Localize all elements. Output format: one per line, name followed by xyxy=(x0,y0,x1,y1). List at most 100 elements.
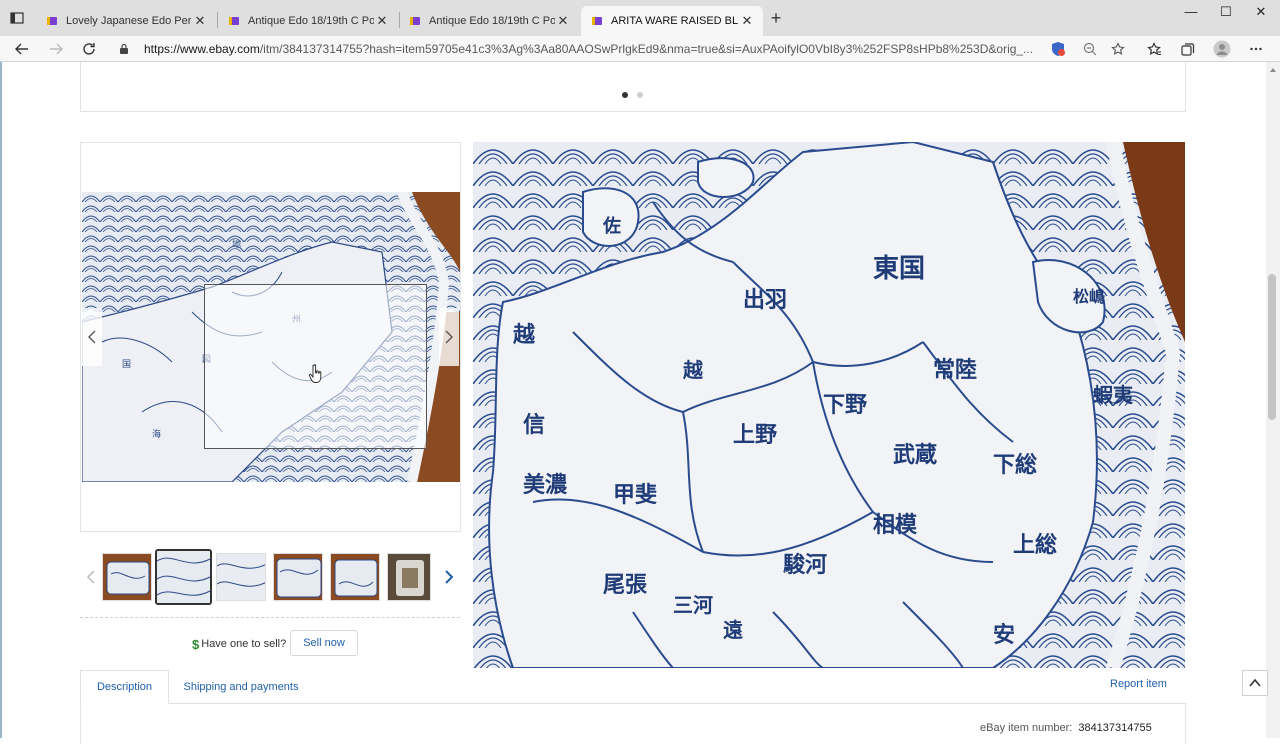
thumbnail[interactable] xyxy=(273,553,323,601)
settings-menu-button[interactable] xyxy=(1246,39,1266,59)
extension-button[interactable] xyxy=(1048,39,1068,59)
chevron-left-icon xyxy=(88,330,96,344)
ebay-favicon-icon xyxy=(592,17,602,25)
divider xyxy=(80,617,460,618)
window-edge xyxy=(0,62,2,738)
thumbnail-image xyxy=(217,554,265,600)
more-dots-icon xyxy=(1250,47,1262,51)
refresh-icon xyxy=(83,43,95,55)
svg-text:東国: 東国 xyxy=(873,254,925,284)
tab-label: ARITA WARE RAISED BLUE & Wh xyxy=(611,15,739,27)
favorites-button[interactable] xyxy=(1144,39,1164,59)
svg-text:海: 海 xyxy=(152,428,161,440)
item-number-value: 384137314755 xyxy=(1078,722,1152,734)
tab-label: Antique Edo 18/19th C Porcelain xyxy=(248,15,374,27)
forward-arrow-icon xyxy=(50,43,63,55)
svg-text:遠: 遠 xyxy=(723,618,743,642)
svg-text:美濃: 美濃 xyxy=(523,472,568,498)
svg-text:駿河: 駿河 xyxy=(783,552,827,578)
zoomed-image-panel: 東国 出羽 佐 越 越 常陸 下野 上野 武蔵 下総 信 甲斐 美濃 相模 上総… xyxy=(473,142,1185,668)
thumbnails-prev-icon[interactable] xyxy=(84,568,98,586)
back-button[interactable] xyxy=(12,39,32,59)
tab-close-icon[interactable]: ✕ xyxy=(374,13,390,29)
svg-text:三河: 三河 xyxy=(673,593,713,617)
browser-tab-3[interactable]: Antique Edo 18/19th C Porcelain ✕ xyxy=(399,6,579,36)
sell-now-button[interactable]: Sell now xyxy=(290,630,358,656)
ebay-favicon-icon xyxy=(410,17,420,25)
tab-label: Antique Edo 18/19th C Porcelain xyxy=(429,15,555,27)
tab-close-icon[interactable]: ✕ xyxy=(192,13,208,29)
thumbnail[interactable] xyxy=(387,553,431,601)
thumbnails-next-icon[interactable] xyxy=(442,568,456,586)
add-favorite-button[interactable] xyxy=(1108,39,1128,59)
ebay-favicon-icon xyxy=(47,17,57,25)
zoom-button[interactable] xyxy=(1080,39,1100,59)
address-bar[interactable]: https://www.ebay.com/itm/384137314755?ha… xyxy=(118,38,1038,60)
svg-text:常陸: 常陸 xyxy=(933,357,977,383)
report-item-link[interactable]: Report item xyxy=(1110,678,1167,690)
svg-text:下総: 下総 xyxy=(993,452,1037,478)
svg-text:越: 越 xyxy=(682,358,704,382)
forward-button[interactable] xyxy=(46,39,66,59)
tab-actions-icon[interactable] xyxy=(10,11,24,25)
thumbnail-selected[interactable] xyxy=(155,549,212,605)
maximize-button[interactable]: ☐ xyxy=(1211,4,1241,22)
svg-text:上総: 上総 xyxy=(1013,532,1057,558)
thumbnail-image xyxy=(103,554,151,600)
scroll-up-arrow-icon[interactable] xyxy=(1269,66,1277,74)
svg-text:佐: 佐 xyxy=(602,215,621,237)
sell-prompt: $ Have one to sell? xyxy=(192,631,286,657)
collections-icon xyxy=(1180,42,1194,56)
item-number-row: eBay item number: 384137314755 xyxy=(980,722,1152,734)
tab-description[interactable]: Description xyxy=(80,670,169,704)
svg-text:上野: 上野 xyxy=(733,423,777,448)
browser-tab-2[interactable]: Antique Edo 18/19th C Porcelain ✕ xyxy=(218,6,398,36)
svg-text:越: 越 xyxy=(512,323,536,348)
thumbnail[interactable] xyxy=(102,553,152,601)
collections-button[interactable] xyxy=(1177,39,1197,59)
tab-shipping-payments[interactable]: Shipping and payments xyxy=(170,670,312,704)
svg-text:相模: 相模 xyxy=(873,513,918,538)
window-close-button[interactable]: ✕ xyxy=(1246,4,1276,22)
favorites-star-icon xyxy=(1146,41,1161,55)
tab-close-icon[interactable]: ✕ xyxy=(555,13,571,29)
thumbnail-image xyxy=(331,554,379,600)
zoom-out-icon xyxy=(1083,42,1097,56)
svg-text:甲斐: 甲斐 xyxy=(613,482,657,508)
new-tab-button[interactable]: + xyxy=(766,9,786,29)
refresh-button[interactable] xyxy=(79,39,99,59)
thumbnail-image xyxy=(274,554,322,600)
thumbnail[interactable] xyxy=(330,553,380,601)
tab-close-icon[interactable]: ✕ xyxy=(739,13,755,29)
dollar-icon: $ xyxy=(192,636,200,652)
ebay-favicon-icon xyxy=(229,17,239,25)
carousel-dot[interactable] xyxy=(637,92,643,98)
browser-tab-active[interactable]: ARITA WARE RAISED BLUE & Wh ✕ xyxy=(581,6,763,36)
svg-text:武蔵: 武蔵 xyxy=(893,443,937,468)
browser-tab-1[interactable]: Lovely Japanese Edo Period 19th ✕ xyxy=(36,6,216,36)
item-number-label: eBay item number: xyxy=(980,722,1073,734)
minimize-button[interactable]: — xyxy=(1176,4,1206,22)
svg-text:蝦夷: 蝦夷 xyxy=(1093,383,1134,407)
back-arrow-icon xyxy=(15,43,28,55)
url-path: /itm/384137314755?hash=item59705e41c3%3A… xyxy=(259,42,1034,56)
previous-image-button[interactable] xyxy=(82,308,102,366)
lock-icon xyxy=(120,43,128,54)
thumbnail-image xyxy=(157,551,210,603)
svg-text:松嶋: 松嶋 xyxy=(1073,287,1105,306)
svg-text:国: 国 xyxy=(122,359,131,370)
thumbnail[interactable] xyxy=(216,553,266,601)
avatar-icon xyxy=(1213,40,1231,58)
similar-items-card xyxy=(80,62,1186,112)
chevron-up-icon xyxy=(1249,678,1261,687)
tab-label: Lovely Japanese Edo Period 19th xyxy=(66,15,192,27)
carousel-dot-active[interactable] xyxy=(622,92,628,98)
next-image-button[interactable] xyxy=(439,308,459,366)
thumbnail-image xyxy=(388,554,430,600)
svg-text:出羽: 出羽 xyxy=(743,288,787,313)
profile-button[interactable] xyxy=(1212,39,1232,59)
svg-text:安: 安 xyxy=(993,622,1015,648)
url-host: https://www.ebay.com xyxy=(144,42,260,56)
back-to-top-button[interactable] xyxy=(1242,670,1268,696)
scrollbar-thumb[interactable] xyxy=(1268,274,1276,420)
